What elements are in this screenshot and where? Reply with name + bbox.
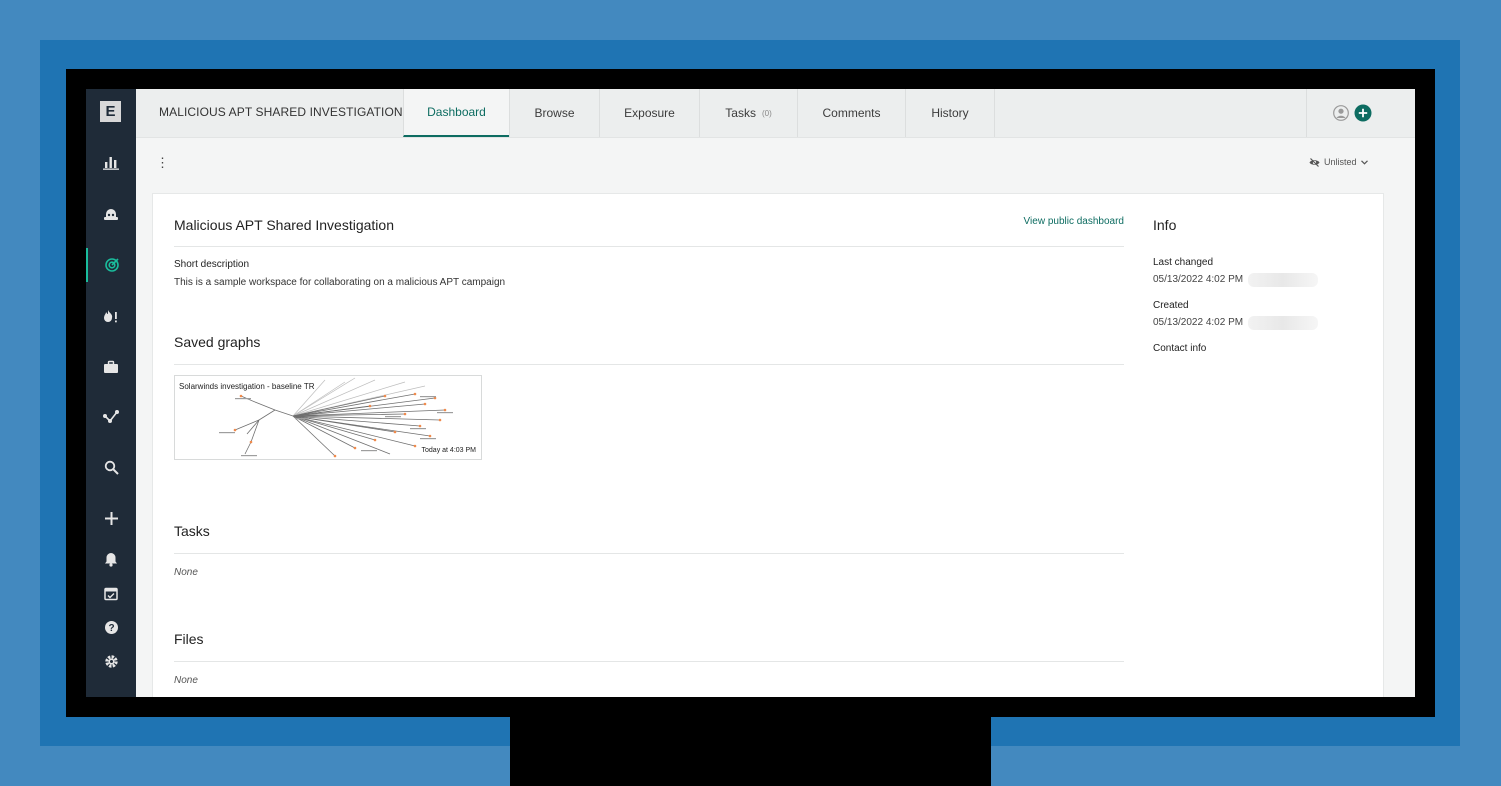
divider bbox=[174, 364, 1124, 365]
divider bbox=[174, 553, 1124, 554]
tab-tasks[interactable]: Tasks (0) bbox=[699, 89, 797, 137]
sidebar-item-cases[interactable] bbox=[86, 350, 136, 384]
dashboard-card: Malicious APT Shared Investigation View … bbox=[152, 193, 1384, 697]
sidebar-item-create[interactable] bbox=[86, 501, 136, 535]
chevron-down-icon bbox=[1360, 159, 1368, 165]
tab-history[interactable]: History bbox=[905, 89, 995, 137]
more-options-icon[interactable]: ⋮ bbox=[156, 155, 169, 171]
sidebar-item-analytics[interactable] bbox=[86, 146, 136, 180]
redacted-user bbox=[1248, 316, 1318, 330]
sidebar-item-graph[interactable] bbox=[86, 400, 136, 434]
fire-alert-icon bbox=[104, 309, 117, 322]
created-value: 05/13/2022 4:02 PM bbox=[1153, 317, 1244, 328]
tab-label: History bbox=[931, 106, 969, 120]
tasks-section-title: Tasks bbox=[174, 523, 210, 539]
view-public-dashboard-link[interactable]: View public dashboard bbox=[1024, 216, 1124, 227]
contact-info-label: Contact info bbox=[1153, 343, 1207, 354]
search-icon bbox=[104, 460, 119, 475]
add-member-icon[interactable] bbox=[1354, 104, 1372, 122]
sidebar-item-search[interactable] bbox=[86, 450, 136, 484]
eye-off-icon bbox=[1309, 157, 1320, 167]
sidebar-item-investigations[interactable] bbox=[86, 248, 136, 282]
tab-browse[interactable]: Browse bbox=[509, 89, 599, 137]
dashboard-toolbar: ⋮ Unlisted bbox=[136, 137, 1415, 192]
tab-exposure[interactable]: Exposure bbox=[599, 89, 699, 137]
svg-text:?: ? bbox=[108, 623, 114, 634]
files-empty-text: None bbox=[174, 675, 198, 686]
calendar-check-icon bbox=[104, 587, 118, 600]
last-changed-label: Last changed bbox=[1153, 257, 1214, 268]
tab-dashboard[interactable]: Dashboard bbox=[403, 89, 509, 137]
bell-icon bbox=[105, 552, 117, 567]
sidebar-item-help[interactable]: ? bbox=[86, 610, 136, 644]
bar-chart-icon bbox=[103, 157, 119, 170]
top-bar: MALICIOUS APT SHARED INVESTIGATION Dashb… bbox=[136, 89, 1415, 138]
saved-graphs-title: Saved graphs bbox=[174, 334, 261, 350]
last-changed-value: 05/13/2022 4:02 PM bbox=[1153, 274, 1244, 285]
workspace-title: MALICIOUS APT SHARED INVESTIGATION bbox=[159, 105, 403, 119]
briefcase-icon bbox=[104, 360, 118, 373]
gear-icon bbox=[104, 654, 118, 668]
divider bbox=[174, 661, 1124, 662]
visibility-dropdown[interactable]: Unlisted bbox=[1309, 157, 1368, 167]
user-avatar-icon[interactable] bbox=[1333, 105, 1349, 121]
tasks-empty-text: None bbox=[174, 567, 198, 578]
sidebar-item-schedule[interactable] bbox=[86, 576, 136, 610]
sidebar: E ? bbox=[86, 89, 136, 697]
topbar-actions bbox=[1306, 89, 1415, 137]
created-label: Created bbox=[1153, 300, 1189, 311]
help-icon: ? bbox=[104, 620, 118, 634]
saved-graph-card[interactable]: Solarwinds investigation - baseline TR T… bbox=[174, 375, 482, 460]
saved-graph-timestamp: Today at 4:03 PM bbox=[420, 447, 477, 454]
plus-icon bbox=[104, 511, 118, 525]
app-screen: E ? MALICIOUS APT SHARED INVESTIGATION D… bbox=[86, 89, 1415, 697]
redacted-user bbox=[1248, 273, 1318, 287]
short-description-text: This is a sample workspace for collabora… bbox=[174, 277, 506, 288]
tab-label: Tasks bbox=[725, 106, 756, 120]
target-icon bbox=[105, 258, 119, 272]
sidebar-item-bots[interactable] bbox=[86, 198, 136, 232]
tab-label: Exposure bbox=[624, 106, 675, 120]
sidebar-item-alerts[interactable] bbox=[86, 299, 136, 333]
visibility-label: Unlisted bbox=[1324, 157, 1357, 167]
page-title: Malicious APT Shared Investigation bbox=[174, 217, 394, 233]
tab-label: Browse bbox=[534, 106, 575, 120]
app-logo[interactable]: E bbox=[100, 101, 121, 122]
graph-icon bbox=[103, 410, 119, 423]
tasks-count-badge: (0) bbox=[761, 108, 772, 118]
tab-label: Comments bbox=[822, 106, 881, 120]
divider bbox=[174, 246, 1124, 247]
bot-icon bbox=[104, 209, 118, 220]
saved-graph-title: Solarwinds investigation - baseline TR bbox=[179, 382, 315, 391]
sidebar-item-notifications[interactable] bbox=[86, 542, 136, 576]
info-title: Info bbox=[1153, 217, 1177, 233]
files-section-title: Files bbox=[174, 631, 204, 647]
monitor-stand bbox=[510, 716, 991, 786]
sidebar-item-settings[interactable] bbox=[86, 644, 136, 678]
tab-label: Dashboard bbox=[427, 105, 486, 119]
short-description-label: Short description bbox=[174, 259, 250, 270]
tab-comments[interactable]: Comments bbox=[797, 89, 905, 137]
